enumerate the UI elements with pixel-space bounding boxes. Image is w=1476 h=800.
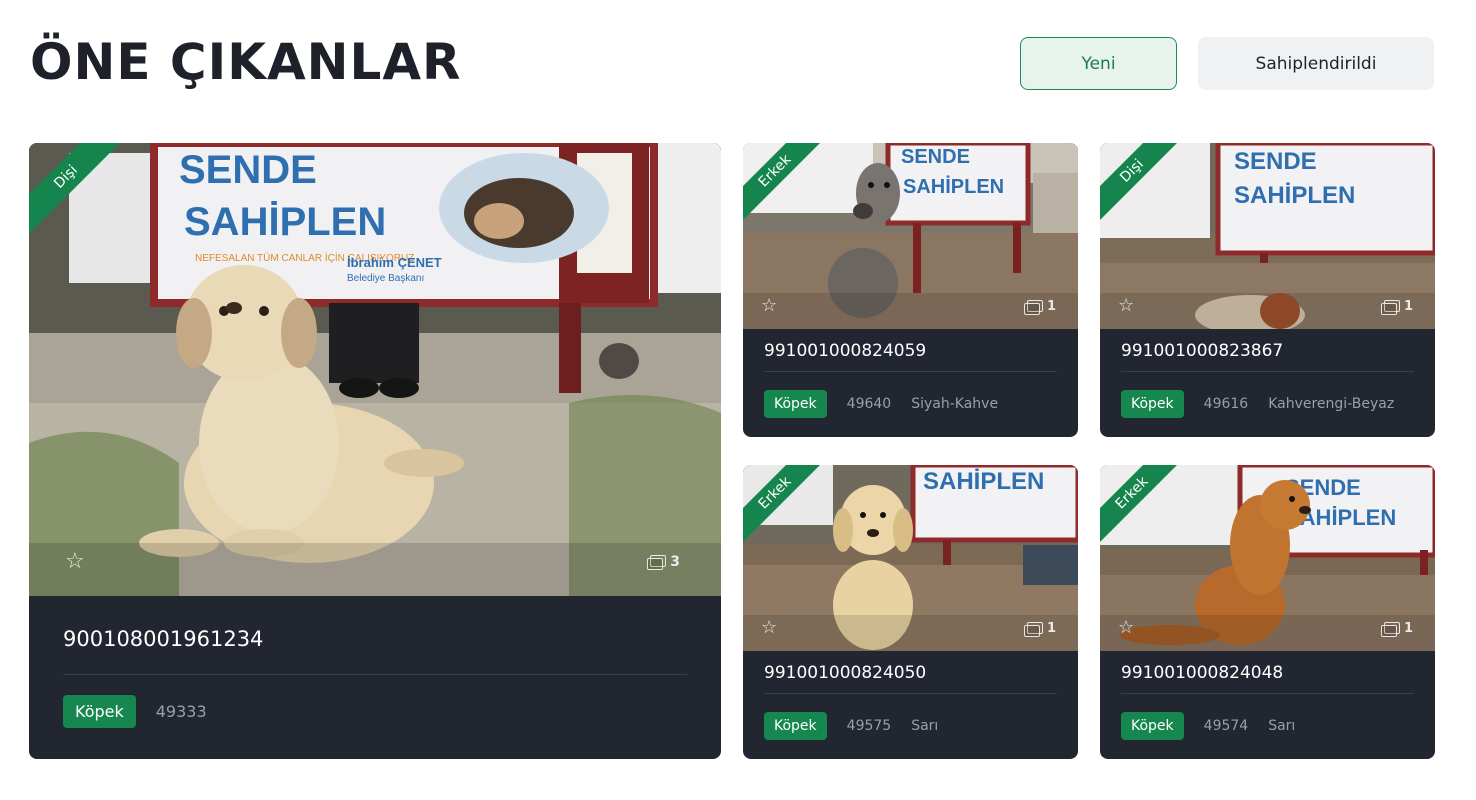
banner-mayor: İbrahim ÇENET (347, 255, 442, 270)
star-icon[interactable]: ☆ (761, 296, 777, 316)
pet-card[interactable]: SENDE SAHİPLEN Erkek ☆ 1 991001000824048… (1100, 465, 1435, 759)
pet-id: 49574 (1203, 718, 1249, 734)
tab-new[interactable]: Yeni (1020, 37, 1177, 90)
banner-text-2: SAHİPLEN (903, 175, 1004, 198)
photo-count: 1 (1380, 299, 1413, 315)
divider (1121, 371, 1414, 372)
photo-count: 3 (647, 554, 680, 570)
pet-color: Siyah-Kahve (911, 396, 999, 412)
pet-meta: Köpek 49616 Kahverengi-Beyaz (1121, 390, 1394, 418)
microchip-number: 900108001961234 (63, 627, 264, 651)
divider (764, 693, 1057, 694)
pet-id: 49616 (1203, 396, 1249, 412)
pet-color: Sarı (911, 718, 939, 734)
banner-text-1: SENDE (1234, 148, 1317, 175)
banner-text-1: SENDE (901, 146, 970, 168)
photo-count: 1 (1380, 621, 1413, 637)
pet-id: 49575 (846, 718, 892, 734)
photo-count-value: 1 (1046, 621, 1056, 636)
pet-photo: SENDE SAHİPLEN NEFESALAN TÜM CANLAR İÇİN… (29, 143, 721, 596)
photo-count: 1 (1023, 299, 1056, 315)
star-icon[interactable]: ☆ (1118, 618, 1134, 638)
species-badge: Köpek (764, 712, 827, 740)
pet-id: 49640 (846, 396, 892, 412)
star-icon[interactable]: ☆ (761, 618, 777, 638)
tab-adopted[interactable]: Sahiplendirildi (1198, 37, 1434, 90)
photo-count: 1 (1023, 621, 1056, 637)
pet-meta: Köpek 49640 Siyah-Kahve (764, 390, 998, 418)
banner-mayor-title: Belediye Başkanı (347, 273, 424, 284)
species-badge: Köpek (1121, 712, 1184, 740)
pet-meta: Köpek 49333 (63, 695, 207, 728)
star-icon[interactable]: ☆ (1118, 296, 1134, 316)
gallery-icon (1023, 621, 1043, 637)
pet-color: Kahverengi-Beyaz (1268, 396, 1395, 412)
microchip-number: 991001000824048 (1121, 663, 1284, 683)
pet-color: Sarı (1268, 718, 1296, 734)
divider (63, 674, 687, 675)
pet-card[interactable]: SENDE SAHİPLEN Dişi ☆ 1 991001000823867 … (1100, 143, 1435, 437)
gallery-icon (647, 555, 667, 570)
banner-text-2: SAHİPLEN (184, 200, 386, 244)
species-badge: Köpek (764, 390, 827, 418)
microchip-number: 991001000824059 (764, 341, 927, 361)
banner-text-2: SAHİPLEN (923, 468, 1044, 495)
photo-count-value: 1 (1403, 621, 1413, 636)
photo-count-value: 1 (1403, 299, 1413, 314)
photo-count-value: 3 (670, 554, 680, 570)
divider (1121, 693, 1414, 694)
banner-text-1: SENDE (179, 148, 317, 192)
species-badge: Köpek (63, 695, 136, 728)
page-title: ÖNE ÇIKANLAR (30, 33, 462, 91)
pet-card[interactable]: SENDE SAHİPLEN Erkek ☆ 1 991001000824059… (743, 143, 1078, 437)
pet-meta: Köpek 49575 Sarı (764, 712, 938, 740)
gallery-icon (1380, 299, 1400, 315)
pet-card-featured[interactable]: SENDE SAHİPLEN NEFESALAN TÜM CANLAR İÇİN… (29, 143, 721, 759)
star-icon[interactable]: ☆ (65, 551, 85, 573)
pet-meta: Köpek 49574 Sarı (1121, 712, 1295, 740)
divider (764, 371, 1057, 372)
banner-text-2: SAHİPLEN (1234, 182, 1355, 209)
microchip-number: 991001000823867 (1121, 341, 1284, 361)
photo-count-value: 1 (1046, 299, 1056, 314)
gallery-icon (1380, 621, 1400, 637)
species-badge: Köpek (1121, 390, 1184, 418)
pet-card[interactable]: SAHİPLEN Erkek ☆ 1 991001000824050 Köpek… (743, 465, 1078, 759)
pet-id: 49333 (155, 702, 207, 721)
microchip-number: 991001000824050 (764, 663, 927, 683)
gallery-icon (1023, 299, 1043, 315)
